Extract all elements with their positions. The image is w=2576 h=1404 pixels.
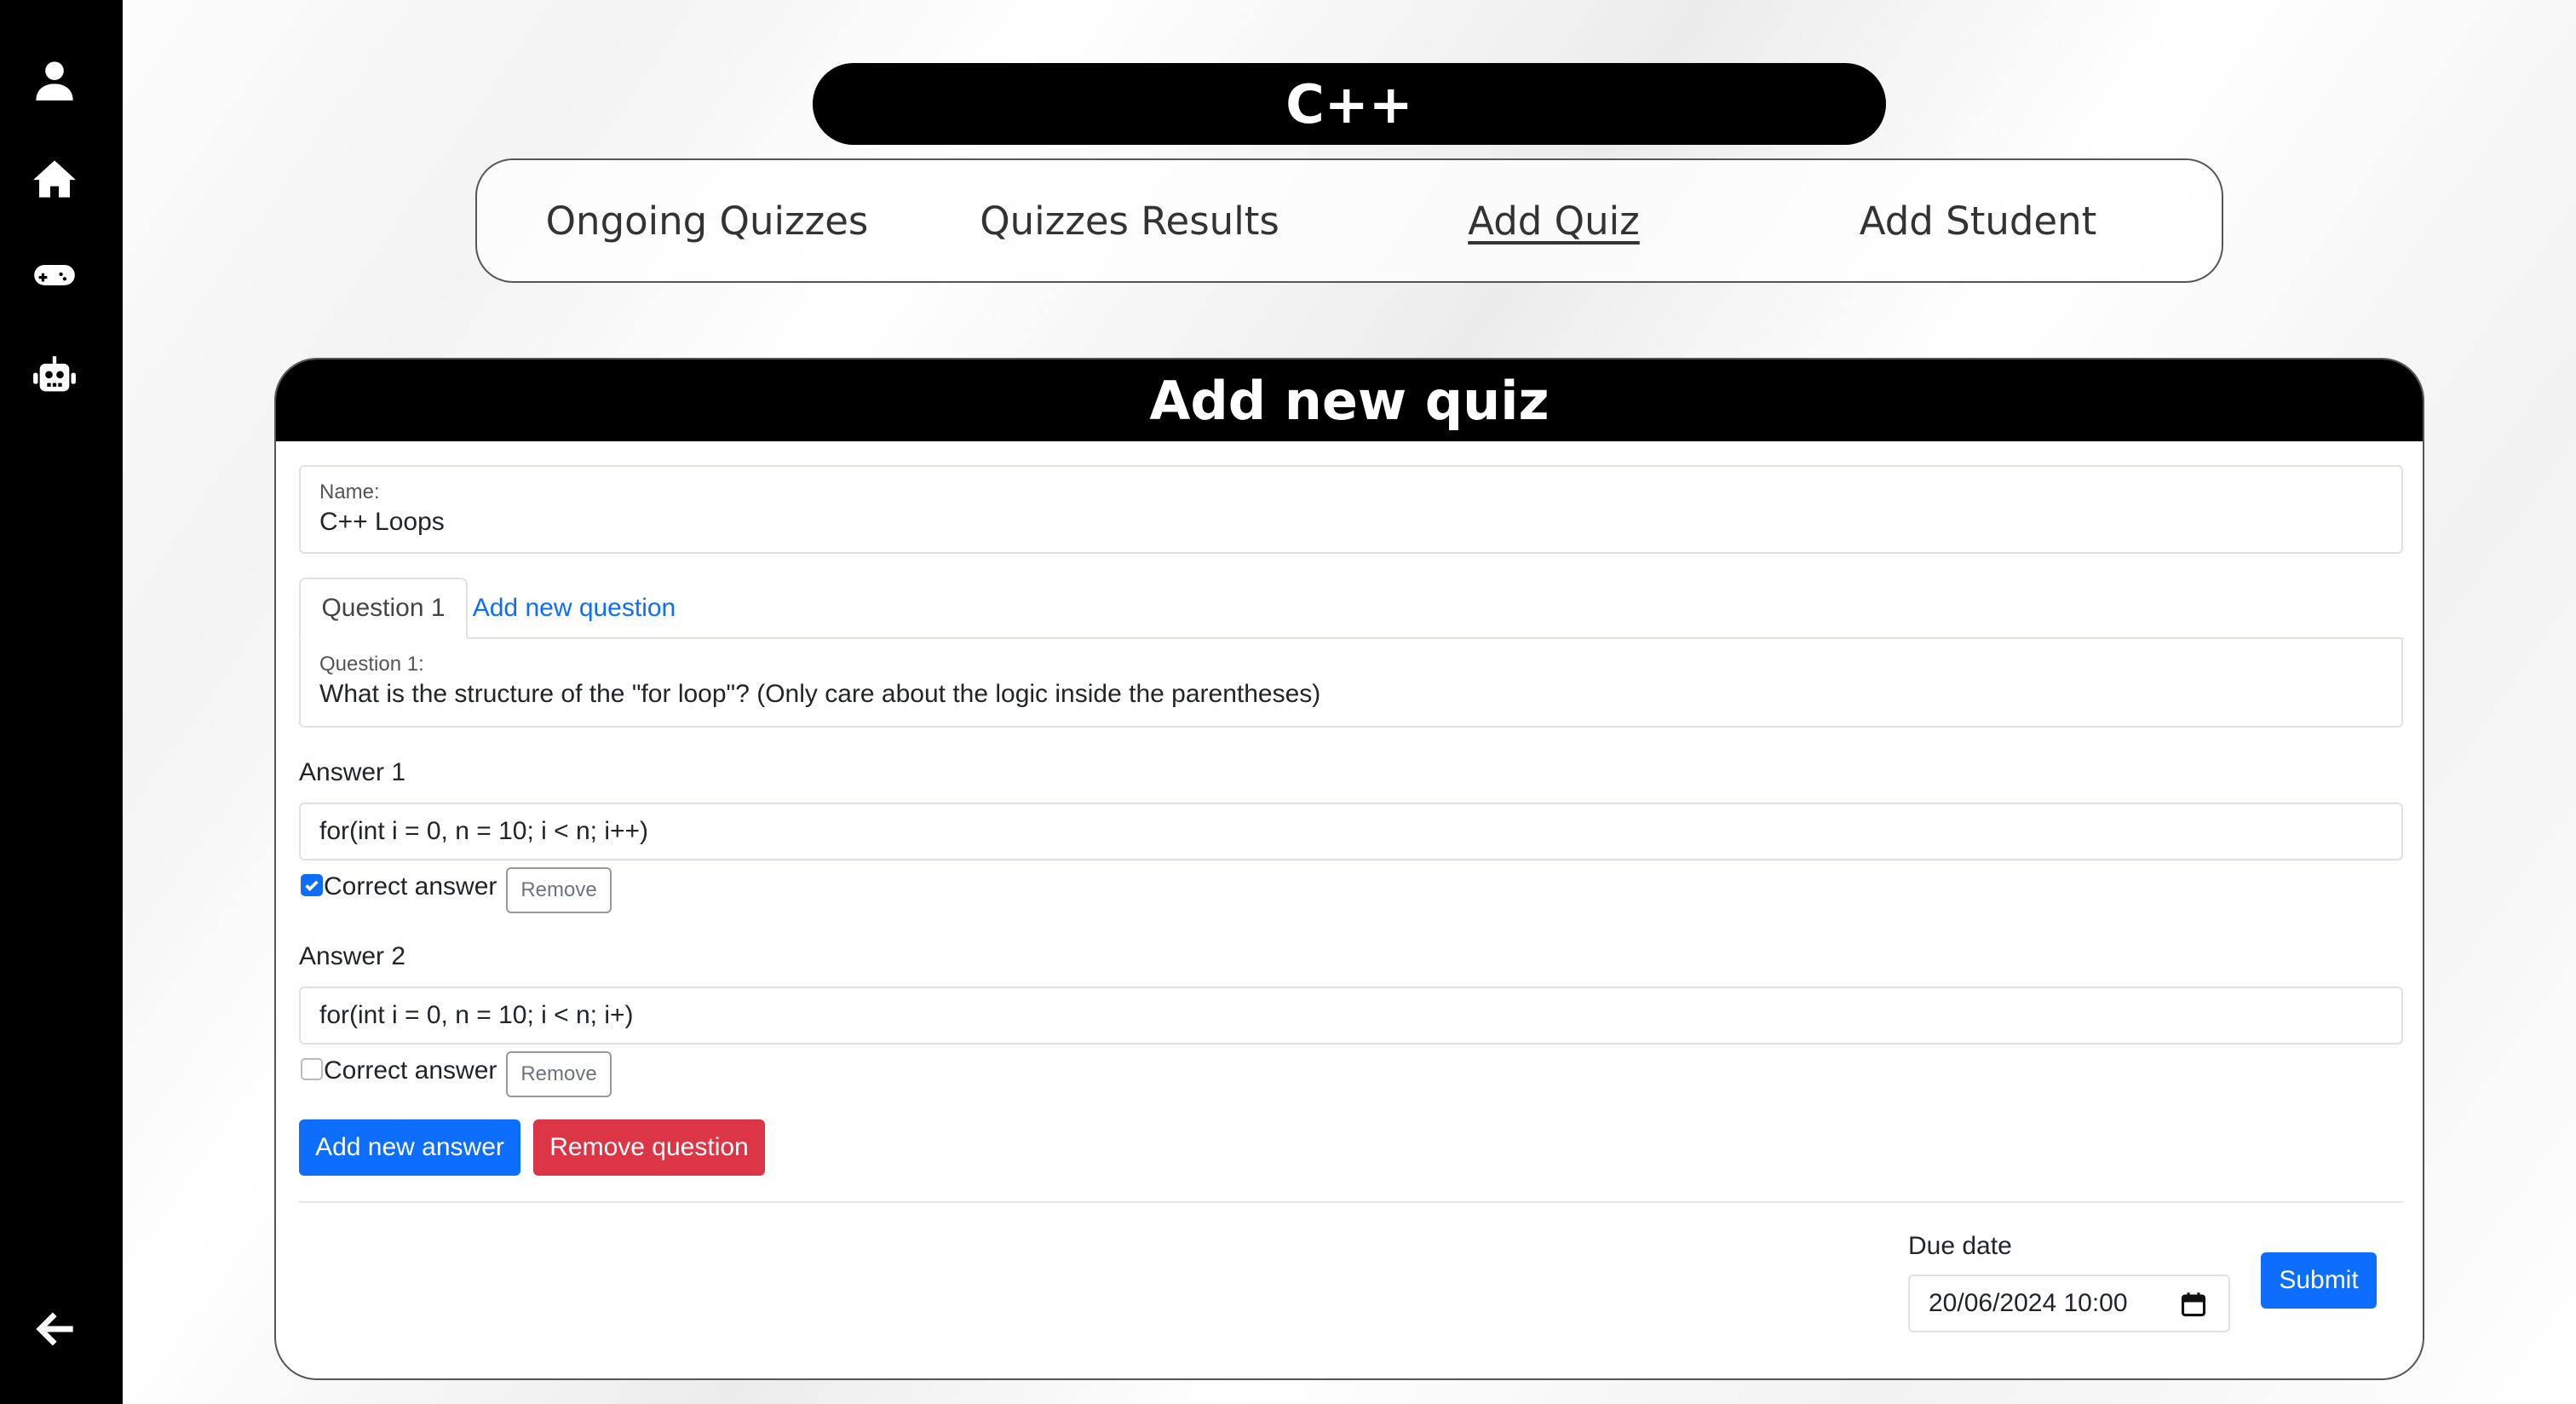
sidebar — [0, 0, 123, 1404]
question-label: Question 1: — [319, 653, 424, 676]
answer-1-label: Answer 1 — [299, 758, 406, 786]
question-field[interactable]: Question 1: What is the structure of the… — [299, 639, 2403, 728]
answer-1-remove-button[interactable]: Remove — [506, 867, 612, 913]
remove-question-button[interactable]: Remove question — [533, 1119, 765, 1176]
answer-1-input[interactable]: for(int i = 0, n = 10; i < n; i++) — [299, 803, 2403, 860]
answer-2-remove-button[interactable]: Remove — [506, 1051, 612, 1097]
nav-add-quiz[interactable]: Add Quiz — [1383, 160, 1724, 281]
answer-1-correct-checkbox[interactable] — [301, 874, 323, 896]
quiz-nav: Ongoing Quizzes Quizzes Results Add Quiz… — [475, 158, 2223, 283]
user-icon[interactable] — [27, 53, 82, 107]
due-date-label: Due date — [1908, 1232, 2012, 1260]
nav-add-student[interactable]: Add Student — [1808, 160, 2148, 281]
card-title: Add new quiz — [276, 360, 2423, 441]
calendar-icon[interactable] — [2181, 1292, 2206, 1317]
answer-2-correct-checkbox[interactable] — [301, 1058, 323, 1080]
due-date-input[interactable]: 20/06/2024 10:00 — [1908, 1275, 2230, 1332]
submit-button[interactable]: Submit — [2261, 1252, 2377, 1309]
answer-1-correct-label: Correct answer — [324, 872, 497, 901]
quiz-name-value: C++ Loops — [319, 508, 445, 536]
nav-ongoing-quizzes[interactable]: Ongoing Quizzes — [537, 160, 877, 281]
add-quiz-card: Add new quiz Name: C++ Loops Question 1 … — [274, 358, 2424, 1380]
tab-add-new-question[interactable]: Add new question — [468, 578, 681, 639]
question-value: What is the structure of the "for loop"?… — [319, 680, 1321, 708]
course-title: C++ — [813, 63, 1886, 145]
tab-question-1[interactable]: Question 1 — [299, 578, 468, 639]
add-new-answer-button[interactable]: Add new answer — [299, 1119, 520, 1176]
nav-quizzes-results[interactable]: Quizzes Results — [959, 160, 1300, 281]
answer-2-input[interactable]: for(int i = 0, n = 10; i < n; i+) — [299, 987, 2403, 1044]
answer-2-correct-label: Correct answer — [324, 1056, 497, 1085]
arrow-left-icon[interactable] — [27, 1302, 82, 1356]
due-date-value: 20/06/2024 10:00 — [1929, 1289, 2128, 1317]
form-divider — [299, 1201, 2403, 1203]
home-icon[interactable] — [27, 152, 82, 206]
answer-2-label: Answer 2 — [299, 942, 406, 970]
gamepad-icon[interactable] — [27, 249, 82, 303]
quiz-name-field[interactable]: Name: C++ Loops — [299, 465, 2403, 554]
quiz-name-label: Name: — [319, 480, 380, 503]
robot-icon[interactable] — [27, 349, 82, 404]
